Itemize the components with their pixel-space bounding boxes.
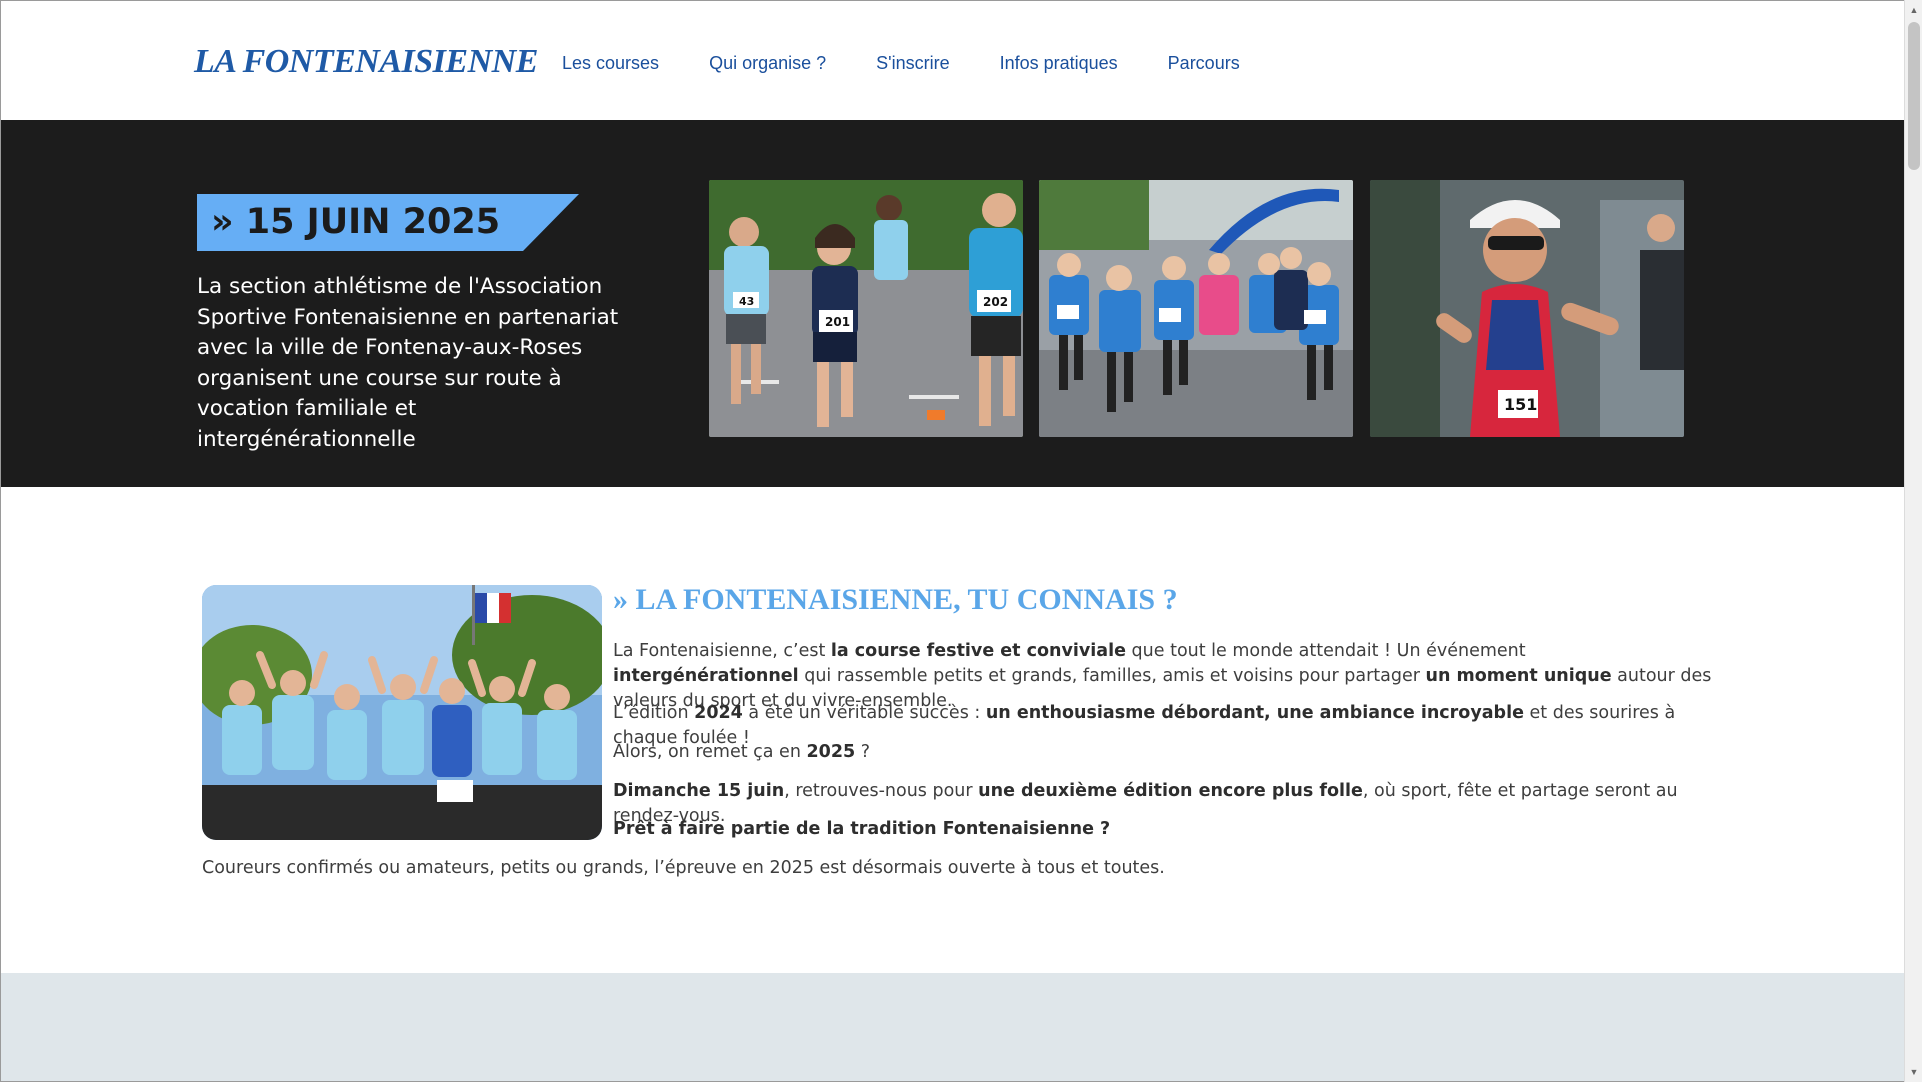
hero-section: » 15 JUIN 2025 La section athlétisme de …	[1, 120, 1904, 487]
date-banner: » 15 JUIN 2025	[197, 194, 579, 251]
bib-number: 201	[825, 315, 850, 329]
site-header: LA FONTENAISIENNE Les courses Qui organi…	[1, 1, 1904, 120]
scroll-up-icon[interactable]: ▲	[1909, 5, 1919, 15]
intro-group-photo	[202, 585, 602, 840]
hero-photo-kids-race	[1039, 180, 1353, 437]
nav-parcours[interactable]: Parcours	[1168, 53, 1240, 74]
scroll-down-icon[interactable]: ▼	[1909, 1067, 1919, 1077]
nav-infos-pratiques[interactable]: Infos pratiques	[1000, 53, 1118, 74]
event-date: » 15 JUIN 2025	[211, 202, 501, 242]
main-nav: Les courses Qui organise ? S'inscrire In…	[562, 53, 1290, 74]
intro-paragraph-3: Alors, on remet ça en 2025 ?	[613, 742, 871, 762]
bib-number: 151	[1504, 395, 1537, 414]
scrollbar-thumb[interactable]	[1908, 22, 1920, 170]
bib-number: 202	[983, 295, 1008, 309]
next-section-band	[1, 973, 1904, 1081]
page-scrollbar[interactable]: ▲ ▼	[1904, 0, 1922, 1082]
intro-paragraph-6: Coureurs confirmés ou amateurs, petits o…	[202, 858, 1165, 878]
hero-description: La section athlétisme de l'Association S…	[197, 274, 619, 452]
page: LA FONTENAISIENNE Les courses Qui organi…	[0, 0, 1904, 1082]
nav-les-courses[interactable]: Les courses	[562, 53, 659, 74]
site-logo[interactable]: LA FONTENAISIENNE	[194, 43, 538, 81]
intro-paragraph-5: Prêt à faire partie de la tradition Font…	[613, 819, 1111, 839]
hero-photo-runners: 43 201 202	[709, 180, 1023, 437]
hero-photo-runner-cap: 151	[1370, 180, 1684, 437]
nav-qui-organise[interactable]: Qui organise ?	[709, 53, 826, 74]
intro-title: » LA FONTENAISIENNE, TU CONNAIS ?	[613, 583, 1178, 616]
bib-number: 43	[739, 295, 754, 308]
nav-s-inscrire[interactable]: S'inscrire	[876, 53, 949, 74]
